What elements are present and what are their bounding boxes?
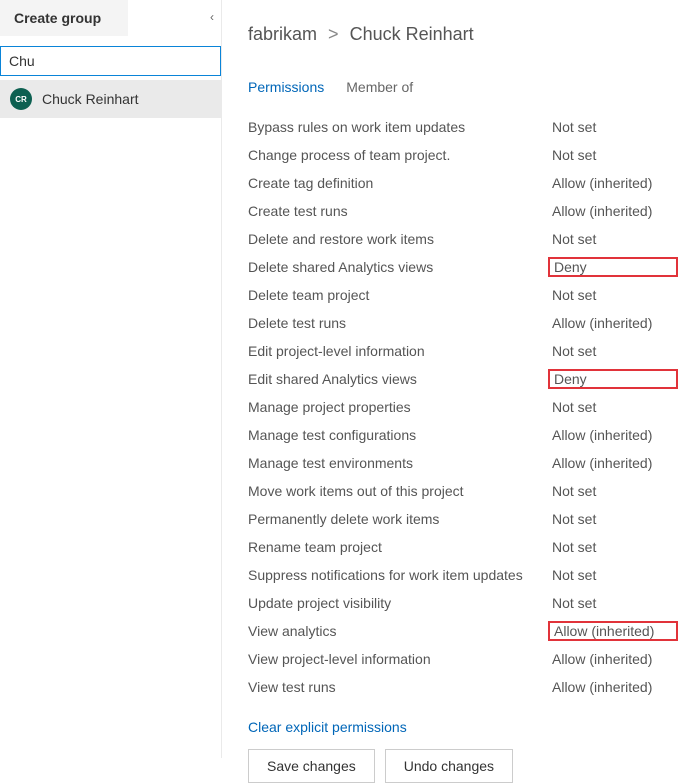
breadcrumb-org[interactable]: fabrikam <box>248 24 317 44</box>
permission-label: View project-level information <box>248 651 548 667</box>
user-list-item[interactable]: CR Chuck Reinhart <box>0 80 221 118</box>
permission-value[interactable]: Deny <box>548 257 678 277</box>
permission-label: Manage test environments <box>248 455 548 471</box>
permission-value[interactable]: Deny <box>548 369 678 389</box>
permission-label: Edit project-level information <box>248 343 548 359</box>
permission-label: Delete test runs <box>248 315 548 331</box>
permission-label: Permanently delete work items <box>248 511 548 527</box>
permission-label: Delete shared Analytics views <box>248 259 548 275</box>
right-panel: fabrikam > Chuck Reinhart Permissions Me… <box>222 0 700 758</box>
permission-value[interactable]: Not set <box>548 285 678 305</box>
permission-value[interactable]: Allow (inherited) <box>548 173 678 193</box>
permission-row: Change process of team project.Not set <box>248 141 678 169</box>
create-group-button[interactable]: Create group <box>0 0 128 36</box>
permission-row: Bypass rules on work item updatesNot set <box>248 113 678 141</box>
permission-label: Edit shared Analytics views <box>248 371 548 387</box>
permission-row: Manage test environmentsAllow (inherited… <box>248 449 678 477</box>
permission-value[interactable]: Allow (inherited) <box>548 425 678 445</box>
permission-row: Permanently delete work itemsNot set <box>248 505 678 533</box>
permission-row: Edit project-level informationNot set <box>248 337 678 365</box>
left-panel: Create group ‹ CR Chuck Reinhart <box>0 0 222 758</box>
permission-label: Change process of team project. <box>248 147 548 163</box>
permission-value[interactable]: Not set <box>548 229 678 249</box>
save-button[interactable]: Save changes <box>248 749 375 783</box>
tab-member-of[interactable]: Member of <box>346 79 413 95</box>
collapse-icon[interactable]: ‹ <box>210 10 214 24</box>
permission-row: Suppress notifications for work item upd… <box>248 561 678 589</box>
tab-permissions[interactable]: Permissions <box>248 79 324 95</box>
permission-row: Delete test runsAllow (inherited) <box>248 309 678 337</box>
breadcrumb-user: Chuck Reinhart <box>350 24 474 44</box>
permission-value[interactable]: Not set <box>548 481 678 501</box>
tabs: Permissions Member of <box>248 79 678 95</box>
permission-value[interactable]: Allow (inherited) <box>548 621 678 641</box>
permission-value[interactable]: Allow (inherited) <box>548 677 678 697</box>
permission-row: Edit shared Analytics viewsDeny <box>248 365 678 393</box>
permission-label: Delete and restore work items <box>248 231 548 247</box>
permission-row: Delete shared Analytics viewsDeny <box>248 253 678 281</box>
user-name: Chuck Reinhart <box>42 91 139 107</box>
permission-value[interactable]: Not set <box>548 509 678 529</box>
breadcrumb: fabrikam > Chuck Reinhart <box>248 24 678 45</box>
permission-label: Move work items out of this project <box>248 483 548 499</box>
permission-row: Rename team projectNot set <box>248 533 678 561</box>
permission-row: Delete team projectNot set <box>248 281 678 309</box>
search-input[interactable] <box>0 46 221 76</box>
permission-row: Update project visibilityNot set <box>248 589 678 617</box>
permission-value[interactable]: Not set <box>548 117 678 137</box>
permission-label: Create test runs <box>248 203 548 219</box>
button-row: Save changes Undo changes <box>248 749 678 783</box>
clear-permissions-link[interactable]: Clear explicit permissions <box>248 719 407 735</box>
permission-row: Delete and restore work itemsNot set <box>248 225 678 253</box>
avatar: CR <box>10 88 32 110</box>
permission-row: Manage test configurationsAllow (inherit… <box>248 421 678 449</box>
permission-label: View test runs <box>248 679 548 695</box>
permission-label: Delete team project <box>248 287 548 303</box>
permission-value[interactable]: Allow (inherited) <box>548 453 678 473</box>
permission-value[interactable]: Allow (inherited) <box>548 649 678 669</box>
permission-row: View project-level informationAllow (inh… <box>248 645 678 673</box>
permission-value[interactable]: Allow (inherited) <box>548 201 678 221</box>
permission-row: Manage project propertiesNot set <box>248 393 678 421</box>
permission-row: View test runsAllow (inherited) <box>248 673 678 701</box>
permission-row: Move work items out of this projectNot s… <box>248 477 678 505</box>
breadcrumb-separator: > <box>328 24 339 44</box>
permission-row: Create tag definitionAllow (inherited) <box>248 169 678 197</box>
permission-value[interactable]: Not set <box>548 397 678 417</box>
permission-value[interactable]: Not set <box>548 537 678 557</box>
permission-value[interactable]: Allow (inherited) <box>548 313 678 333</box>
permission-row: View analyticsAllow (inherited) <box>248 617 678 645</box>
create-group-label: Create group <box>14 10 101 26</box>
permission-label: Create tag definition <box>248 175 548 191</box>
permission-label: Rename team project <box>248 539 548 555</box>
permission-label: Bypass rules on work item updates <box>248 119 548 135</box>
permissions-list: Bypass rules on work item updatesNot set… <box>248 113 678 701</box>
permission-label: Manage test configurations <box>248 427 548 443</box>
permission-value[interactable]: Not set <box>548 593 678 613</box>
permission-row: Create test runsAllow (inherited) <box>248 197 678 225</box>
permission-label: Update project visibility <box>248 595 548 611</box>
permission-label: View analytics <box>248 623 548 639</box>
user-list: CR Chuck Reinhart <box>0 80 221 118</box>
permission-value[interactable]: Not set <box>548 341 678 361</box>
permission-value[interactable]: Not set <box>548 565 678 585</box>
permission-label: Suppress notifications for work item upd… <box>248 567 548 583</box>
permission-label: Manage project properties <box>248 399 548 415</box>
permission-value[interactable]: Not set <box>548 145 678 165</box>
undo-button[interactable]: Undo changes <box>385 749 513 783</box>
